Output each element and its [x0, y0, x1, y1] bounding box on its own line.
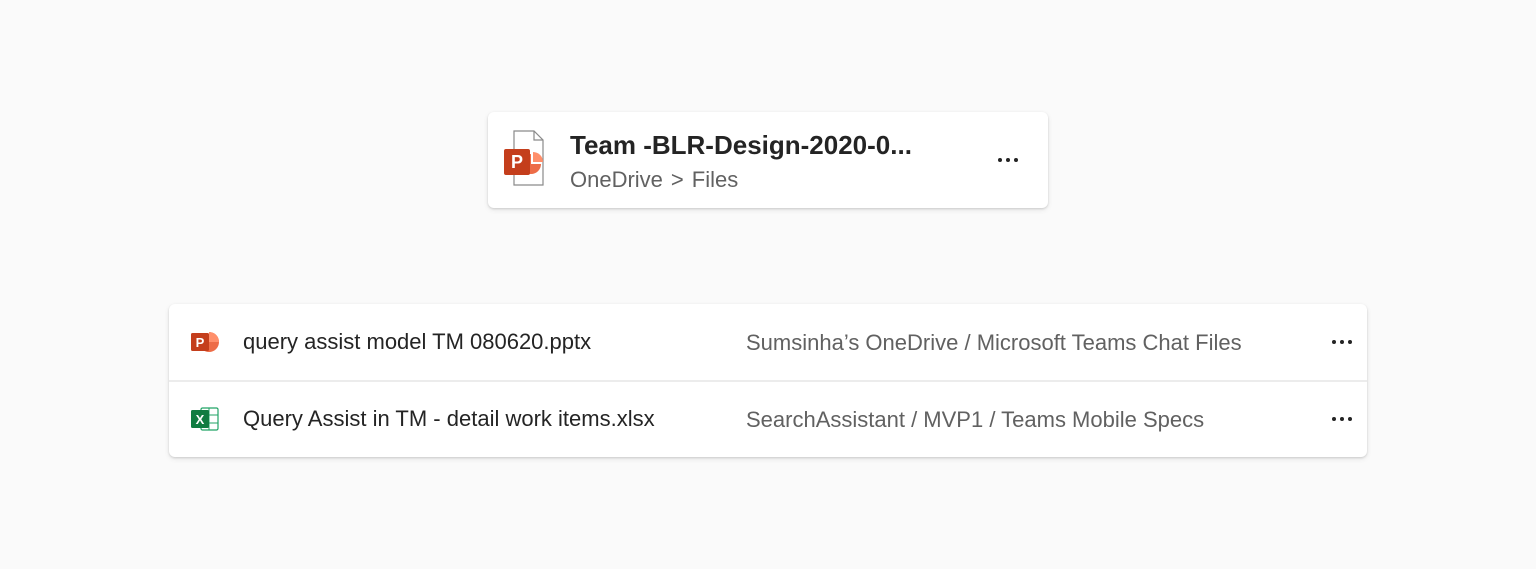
file-card[interactable]: P Team -BLR-Design-2020-0... OneDrive > Fi… [488, 112, 1048, 208]
more-horizontal-icon [998, 158, 1002, 162]
row-more-button[interactable] [1324, 324, 1360, 360]
powerpoint-icon: P [191, 332, 219, 352]
row-more-button[interactable] [1324, 401, 1360, 437]
svg-text:P: P [511, 152, 523, 172]
path-folder[interactable]: Files [692, 167, 738, 192]
svg-text:X: X [196, 412, 205, 427]
file-list: P query assist model TM 080620.pptx Sums… [169, 304, 1367, 457]
svg-text:P: P [196, 335, 205, 350]
file-row[interactable]: X Query Assist in TM - detail work items… [169, 381, 1367, 457]
more-horizontal-icon [1014, 158, 1018, 162]
file-title[interactable]: Team -BLR-Design-2020-0... [570, 128, 940, 162]
file-path: OneDrive > Files [570, 166, 738, 194]
more-horizontal-icon [1340, 340, 1344, 344]
excel-icon: X [191, 407, 219, 431]
more-horizontal-icon [1332, 340, 1336, 344]
file-location: Sumsinha’s OneDrive / Microsoft Teams Ch… [746, 330, 1242, 355]
file-location: SearchAssistant / MVP1 / Teams Mobile Sp… [746, 407, 1205, 432]
more-horizontal-icon [1340, 417, 1344, 421]
page: P Team -BLR-Design-2020-0... OneDrive > Fi… [0, 0, 1536, 569]
path-separator: > [670, 167, 684, 192]
file-card-more-button[interactable] [990, 142, 1026, 178]
more-horizontal-icon [1348, 417, 1352, 421]
more-horizontal-icon [1006, 158, 1010, 162]
powerpoint-file-icon: P [504, 130, 544, 186]
file-name[interactable]: query assist model TM 080620.pptx [243, 328, 591, 356]
path-root[interactable]: OneDrive [570, 167, 663, 192]
more-horizontal-icon [1348, 340, 1352, 344]
file-row[interactable]: P query assist model TM 080620.pptx Sums… [169, 304, 1367, 382]
file-name[interactable]: Query Assist in TM - detail work items.x… [243, 405, 655, 433]
more-horizontal-icon [1332, 417, 1336, 421]
